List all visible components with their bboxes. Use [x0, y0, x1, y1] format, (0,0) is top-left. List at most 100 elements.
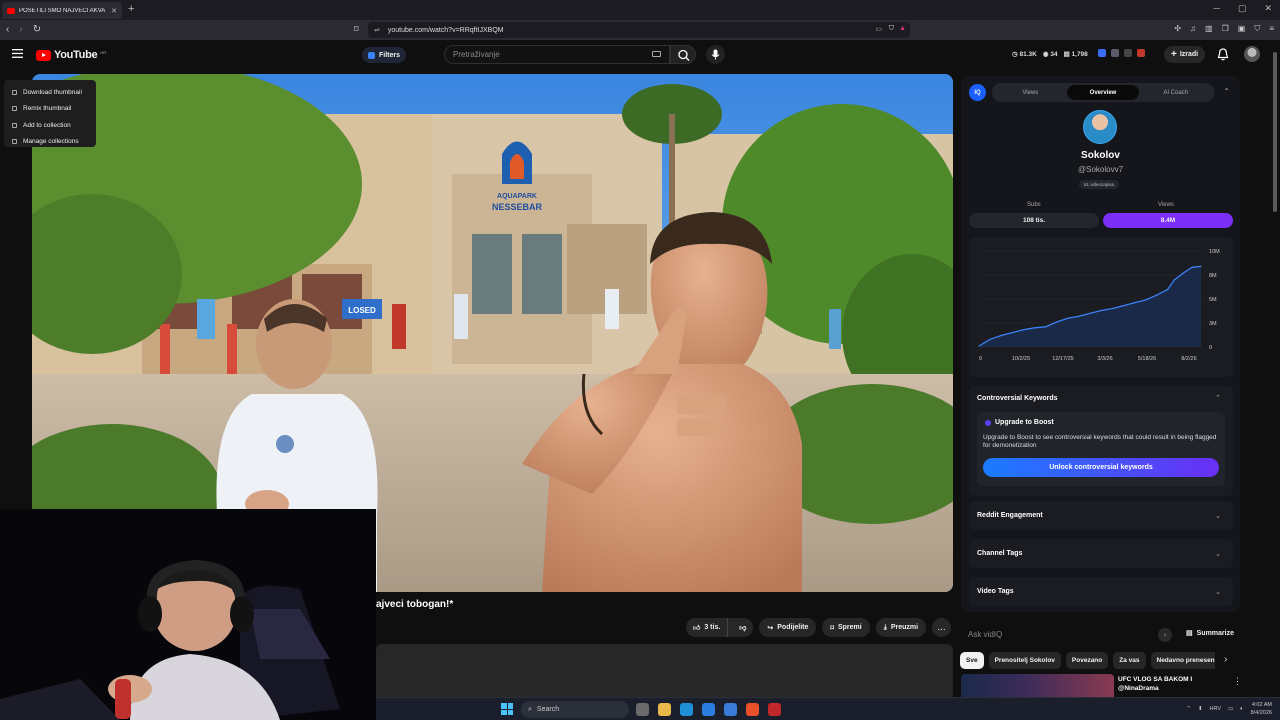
hamburger-menu-icon[interactable] [12, 49, 23, 58]
tabs-icon[interactable]: ❐ [1222, 24, 1229, 34]
ask-vidiq-input[interactable]: Ask vidIQ [961, 625, 1175, 644]
new-tab-button[interactable]: + [128, 3, 134, 15]
share-button[interactable]: ↪ Podijelite [759, 618, 817, 637]
menu-item-add-to-collection[interactable]: Add to collection [4, 117, 96, 134]
cast-icon[interactable]: ▭ [875, 25, 882, 33]
channel-name[interactable]: Sokolov [961, 150, 1240, 161]
reddit-engagement-card[interactable]: Reddit Engagement ⌄ [969, 501, 1233, 530]
file-explorer-icon[interactable] [658, 703, 671, 716]
task-view-icon[interactable] [636, 703, 649, 716]
ask-send-icon[interactable]: › [1158, 628, 1172, 642]
clock[interactable]: 4:02 AM 8/4/2026 [1251, 701, 1272, 717]
back-icon[interactable]: ‹ [6, 24, 9, 35]
dislike-button[interactable]: 👎︎ [732, 618, 753, 637]
forward-icon[interactable]: › [19, 24, 22, 35]
windows-start-icon[interactable] [501, 703, 513, 715]
video-tags-card[interactable]: Video Tags ⌄ [969, 577, 1233, 606]
store-icon[interactable] [702, 703, 715, 716]
webcam-overlay [0, 509, 376, 720]
channel-avatar[interactable] [1083, 110, 1117, 144]
tray-chevron-icon[interactable]: ⌃ [1186, 706, 1191, 712]
app-icon[interactable] [768, 703, 781, 716]
brave-rewards-icon[interactable]: ▲ [899, 25, 906, 32]
create-button[interactable]: + Izradi [1164, 46, 1206, 63]
views-toggle[interactable]: 8.4M [1103, 213, 1233, 228]
chips-next-chevron-icon[interactable]: › [1224, 654, 1227, 665]
vidiq-icon[interactable] [1098, 49, 1106, 57]
chart-area [979, 266, 1201, 347]
channel-tags-card[interactable]: Channel Tags ⌄ [969, 539, 1233, 568]
like-button[interactable]: 👍︎ 3 tis. [686, 618, 729, 637]
brave-shield-icon[interactable]: ⛉ [889, 25, 894, 33]
account-avatar[interactable] [1244, 46, 1260, 62]
chip-recently-uploaded[interactable]: Nedavno prenesen [1150, 652, 1215, 669]
search-button[interactable] [670, 45, 696, 64]
sidebar-icon[interactable]: ▥ [1205, 24, 1213, 34]
chart-point [1144, 299, 1147, 301]
recommended-video[interactable]: UFC VLOG SA BAKOM I @NinaDrama ⋮ [961, 674, 1251, 697]
page-scrollbar[interactable] [1272, 42, 1278, 212]
youtube-logo[interactable]: YouTube HR [36, 49, 106, 61]
close-tab-icon[interactable]: ✕ [111, 7, 117, 15]
summarize-button[interactable]: ▤ Summarize [1186, 629, 1234, 638]
chip-for-you[interactable]: Za vas [1113, 652, 1146, 669]
recommended-thumbnail[interactable] [961, 674, 1114, 697]
subs-toggle[interactable]: 108 tis. [969, 213, 1099, 228]
browser-tab[interactable]: POSETILI SMO NAJVECI AKVA P... ✕ [2, 2, 122, 19]
chevron-up-icon[interactable]: ⌃ [1215, 394, 1221, 402]
puzzle-icon[interactable] [1124, 49, 1132, 57]
keyboard-icon[interactable] [652, 51, 661, 57]
tab-overview[interactable]: Overview [1066, 85, 1140, 100]
menu-item-manage-collections[interactable]: Manage collections [4, 134, 96, 151]
maximize-icon[interactable]: ▢ [1238, 3, 1247, 14]
menu-item-remix-thumbnail[interactable]: Remix thumbnail [4, 101, 96, 118]
taskbar-search[interactable]: ⌕ Search [521, 701, 629, 718]
address-bar[interactable]: ⇌ youtube.com/watch?v=RRqftIJXBQM ▭ ⛉ ▲ [368, 22, 910, 38]
voice-search-button[interactable] [706, 45, 725, 64]
more-actions-button[interactable]: ... [932, 618, 951, 637]
description-box[interactable] [376, 644, 953, 700]
notifications-bell-icon[interactable] [1217, 48, 1229, 61]
chart-point [1167, 288, 1169, 290]
menu-item-download-thumbnail[interactable]: Download thumbnail [4, 84, 96, 101]
chart-point [978, 345, 980, 347]
lang-indicator[interactable]: HRV [1210, 706, 1222, 712]
tray-app-icon[interactable]: ⬇ [1198, 706, 1203, 712]
save-button[interactable]: ⌑ Spremi [822, 618, 870, 637]
remix-icon [12, 106, 17, 112]
controversial-keywords-title[interactable]: Controversial Keywords [977, 395, 1058, 402]
volume-icon[interactable]: 🔈︎ [1240, 706, 1243, 713]
notification-bell-red-icon[interactable] [1137, 49, 1145, 57]
wallet-icon[interactable]: ▣ [1238, 24, 1246, 34]
youtube-play-icon [36, 49, 51, 61]
menu-icon[interactable]: ≡ [1269, 24, 1274, 34]
edge-icon[interactable] [680, 703, 693, 716]
recommended-more-icon[interactable]: ⋮ [1233, 676, 1242, 687]
extension-icon[interactable]: ✣ [1174, 24, 1181, 34]
list-icon[interactable] [1111, 49, 1119, 57]
tab-views[interactable]: Views [994, 85, 1067, 100]
recommended-title[interactable]: UFC VLOG SA BAKOM I @NinaDrama [1118, 675, 1192, 693]
network-icon[interactable]: ▭ [1228, 706, 1233, 712]
mail-icon[interactable] [724, 703, 737, 716]
minimize-icon[interactable]: ─ [1214, 3, 1220, 14]
vidiq-logo[interactable]: IQ [969, 84, 986, 101]
download-button[interactable]: ⤓ Preuzmi [875, 618, 927, 637]
site-settings-icon[interactable]: ⇌ [374, 26, 380, 34]
tab-ai-coach[interactable]: AI Coach [1139, 85, 1212, 100]
close-window-icon[interactable]: ✕ [1264, 3, 1272, 14]
music-icon[interactable]: ♫ [1190, 24, 1196, 34]
chip-related[interactable]: Povezano [1065, 652, 1109, 669]
brave-icon[interactable] [746, 703, 759, 716]
reload-icon[interactable]: ↻ [33, 24, 41, 35]
chip-all[interactable]: Sve [960, 652, 984, 669]
bookmark-icon[interactable]: ⌑ [354, 24, 359, 35]
chart-point [1011, 332, 1013, 334]
vpn-icon[interactable]: ⛉ [1254, 24, 1260, 34]
search-input[interactable]: Pretraživanje [444, 45, 670, 64]
unlock-keywords-button[interactable]: Unlock controversial keywords [983, 458, 1219, 477]
filters-button[interactable]: Filters [362, 47, 407, 63]
collapse-chevron-icon[interactable]: ⌃ [1223, 87, 1230, 96]
chip-uploader[interactable]: Prenositelj Sokolov [988, 652, 1061, 669]
aquapark-sign-line1: AQUAPARK [497, 193, 537, 200]
